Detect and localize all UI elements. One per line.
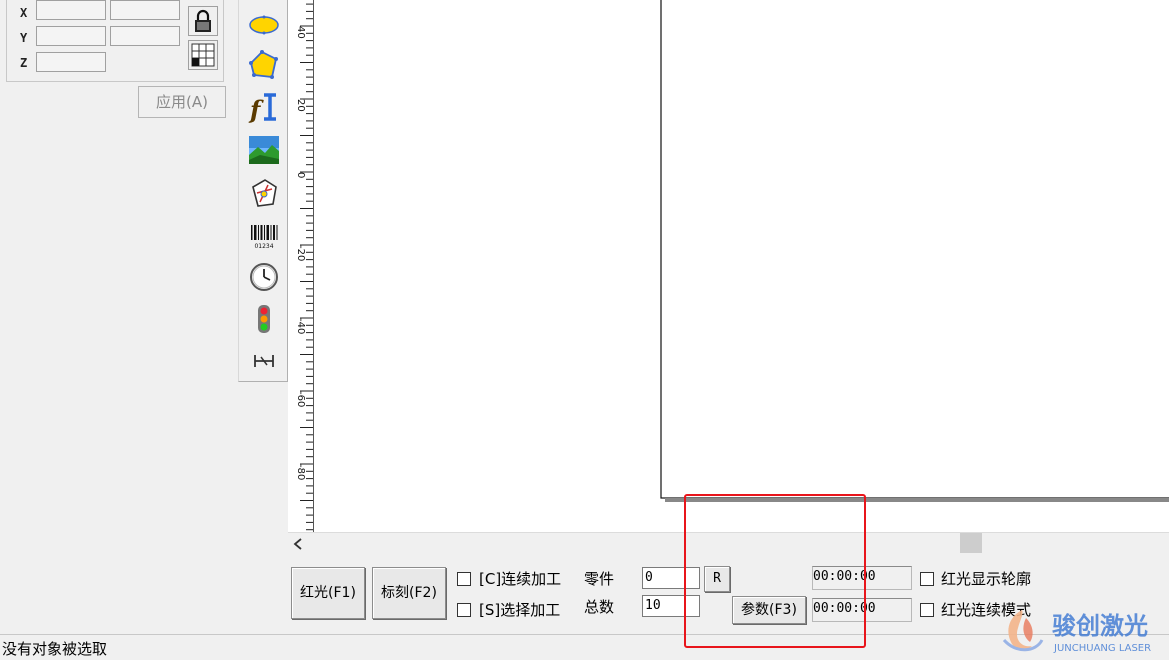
red-light-button[interactable]: 红光(F1) <box>291 567 365 619</box>
grid-icon <box>191 43 215 67</box>
lock-button[interactable] <box>188 6 218 36</box>
grid-button[interactable] <box>188 40 218 70</box>
brand-logo: 骏创激光 JUNCHUANG LASER <box>996 604 1166 656</box>
continuous-label: [C]连续加工 <box>479 570 562 588</box>
x-size-field[interactable] <box>110 0 180 20</box>
mark-button[interactable]: 标刻(F2) <box>372 567 446 619</box>
ruler-label: -40 <box>295 318 306 334</box>
logo-cn: 骏创激光 <box>1052 612 1148 640</box>
ruler-label: 0 <box>295 172 306 178</box>
extend-axis-tool[interactable] <box>247 344 281 378</box>
drawing-canvas[interactable] <box>314 0 1169 532</box>
polygon-icon <box>249 50 278 79</box>
vector-file-tool[interactable] <box>247 176 281 210</box>
barcode-caption: 01234 <box>254 243 273 250</box>
x-label: X <box>20 6 28 20</box>
y-label: Y <box>20 31 28 45</box>
total-label: 总数 <box>584 598 615 616</box>
barcode-tool[interactable]: 01234 <box>247 218 281 252</box>
status-bar: 没有对象被选取 <box>0 634 1169 660</box>
parts-label: 零件 <box>584 570 615 588</box>
traffic-light-icon <box>258 305 270 333</box>
clock-icon <box>250 263 278 291</box>
text-icon: f <box>248 93 276 123</box>
y-size-field[interactable] <box>110 26 180 46</box>
vertical-ruler: 40 20 0 -20 -40 -60 -80 <box>288 0 314 532</box>
continuous-mode-checkbox[interactable] <box>920 603 934 617</box>
selected-label: [S]选择加工 <box>479 601 561 619</box>
x-field[interactable] <box>36 0 106 20</box>
vector-file-icon <box>252 179 277 207</box>
draw-toolbar: f 01234 <box>238 0 288 382</box>
property-panel: X Y Z 应用(A) <box>0 0 238 630</box>
highlight-annotation <box>684 494 866 648</box>
continuous-checkbox[interactable] <box>457 572 471 586</box>
z-field[interactable] <box>36 52 106 72</box>
logo-en: JUNCHUANG LASER <box>1053 643 1151 654</box>
traffic-light-tool[interactable] <box>247 302 281 336</box>
extend-axis-icon <box>254 355 274 367</box>
z-label: Z <box>20 56 28 70</box>
scroll-left-icon[interactable] <box>292 537 304 551</box>
lock-icon <box>195 9 211 32</box>
logo-graphic: 骏创激光 JUNCHUANG LASER <box>1002 610 1151 654</box>
apply-button[interactable]: 应用(A) <box>138 86 226 118</box>
bitmap-icon <box>249 136 279 164</box>
show-outline-checkbox[interactable] <box>920 572 934 586</box>
polygon-tool[interactable] <box>247 48 281 82</box>
ruler-label: -20 <box>295 245 306 261</box>
ruler-scale: 40 20 0 -20 -40 -60 -80 <box>295 3 313 531</box>
ruler-label: 20 <box>295 99 306 112</box>
status-text: 没有对象被选取 <box>2 640 108 658</box>
ruler-label: 40 <box>295 26 306 39</box>
canvas-graphics <box>660 0 1169 502</box>
svg-text:f: f <box>248 95 264 123</box>
ellipse-icon <box>249 15 279 35</box>
selected-checkbox[interactable] <box>457 603 471 617</box>
text-tool[interactable]: f <box>247 90 281 124</box>
ellipse-tool[interactable] <box>247 8 281 42</box>
barcode-icon: 01234 <box>251 225 278 250</box>
bitmap-tool[interactable] <box>247 133 281 167</box>
ruler-label: -60 <box>295 391 306 407</box>
work-area-outline <box>660 0 1169 499</box>
ruler-label: -80 <box>295 464 306 480</box>
scroll-thumb[interactable] <box>960 533 982 553</box>
show-outline-label: 红光显示轮廓 <box>941 570 1032 588</box>
y-field[interactable] <box>36 26 106 46</box>
clock-tool[interactable] <box>247 260 281 294</box>
